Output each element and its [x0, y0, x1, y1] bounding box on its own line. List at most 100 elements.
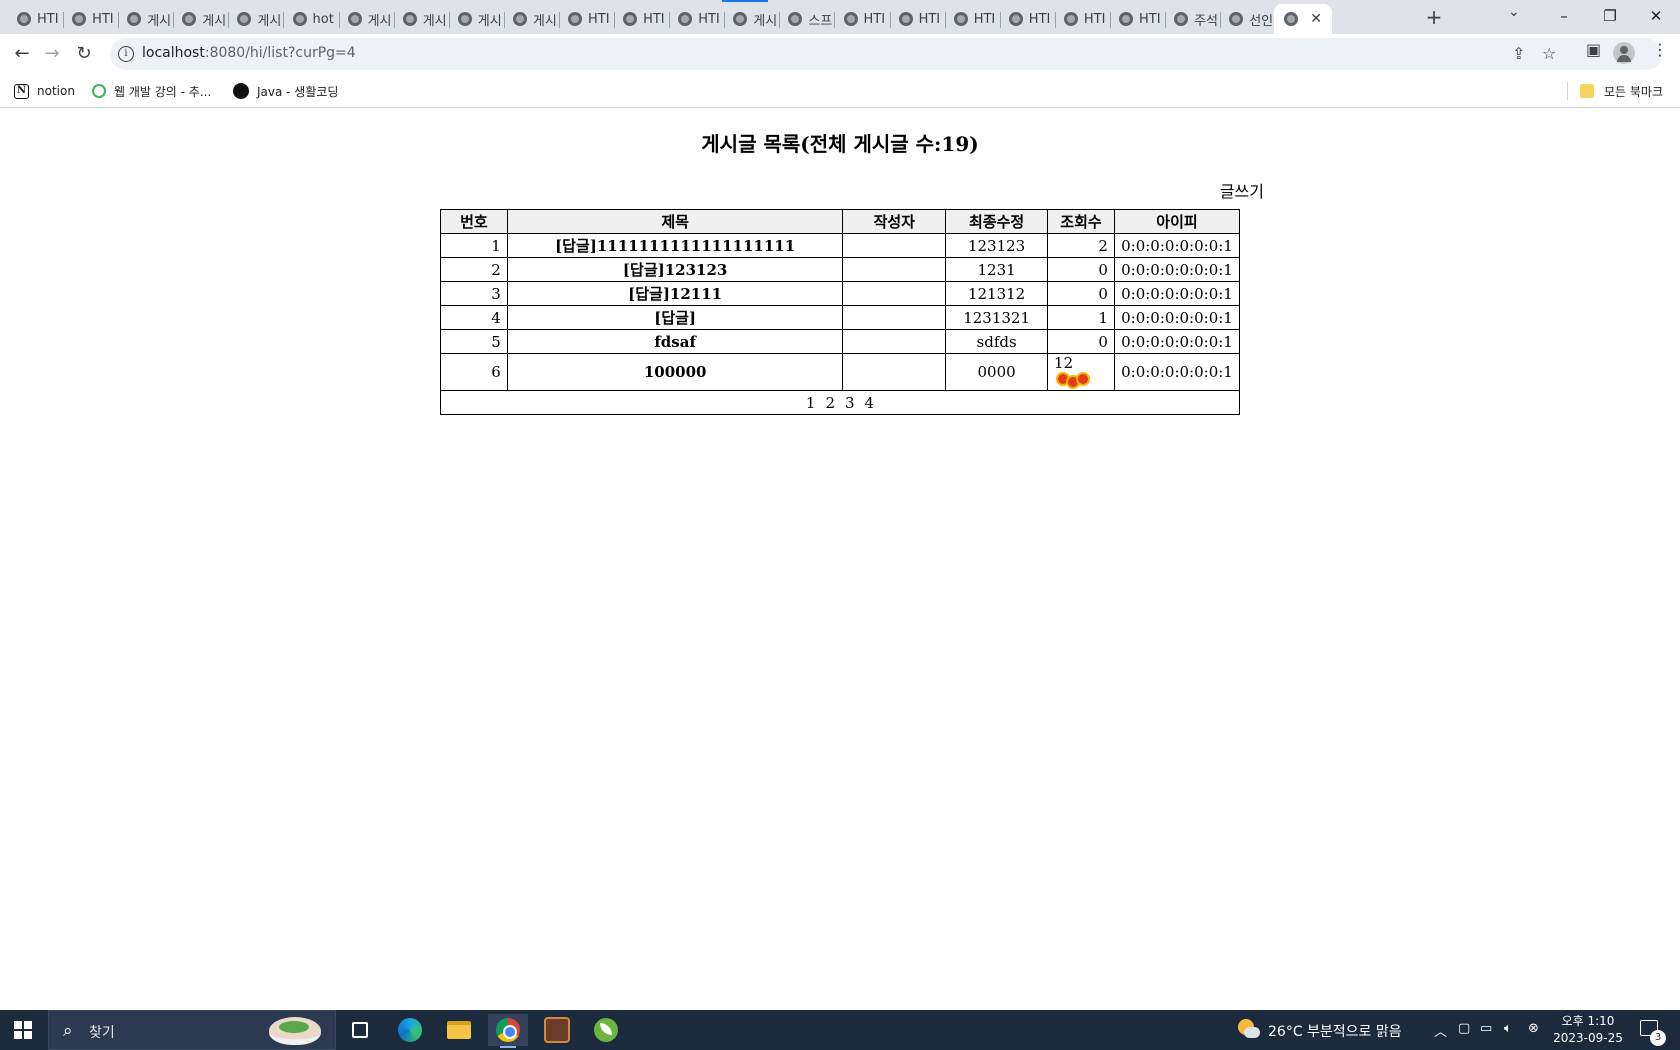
restore-icon[interactable]: ❐ [1590, 3, 1630, 29]
browser-tab[interactable]: HTI [1054, 4, 1111, 34]
game-app-icon[interactable] [537, 1014, 577, 1046]
tab-label: 주석 [1194, 13, 1219, 29]
minimize-icon[interactable]: – [1544, 3, 1584, 29]
pagination-row: 1234 [440, 390, 1240, 415]
browser-tab[interactable]: HTI [558, 4, 615, 34]
tab-label: hot [312, 11, 334, 27]
side-panel-icon[interactable]: ▣ [1586, 40, 1601, 59]
share-icon[interactable]: ⇪ [1512, 44, 1525, 63]
write-post-link[interactable]: 글쓰기 [1210, 178, 1264, 202]
address-bar[interactable]: i localhost:8080/hi/list?curPg=4 ⇪ ☆ [110, 38, 1662, 70]
browser-tab[interactable]: HTI [999, 4, 1056, 34]
tab-search-chevron-icon[interactable]: ⌄ [1508, 4, 1520, 20]
globe-icon [127, 12, 142, 26]
bookmark-notion[interactable]: N notion [14, 82, 75, 100]
tab-label: HTI [1139, 11, 1161, 27]
browser-tab[interactable]: HTI [889, 4, 946, 34]
globe-icon [1063, 12, 1078, 26]
page-link-1[interactable]: 1 [806, 394, 816, 412]
all-bookmarks[interactable]: 모든 북마크 [1580, 82, 1663, 100]
site-info-icon[interactable]: i [118, 46, 134, 62]
browser-tab[interactable]: HTI [834, 4, 891, 34]
new-tab-button[interactable]: + [1422, 5, 1446, 29]
browser-tab[interactable]: 게시 [172, 4, 230, 34]
column-header-number: 번호 [440, 209, 508, 234]
cell-title-link[interactable]: [답글]123123 [506, 257, 844, 282]
page-link-3[interactable]: 3 [845, 394, 855, 412]
browser-tab[interactable]: 게시 [503, 4, 560, 34]
meet-now-icon[interactable]: ▢ [1458, 1021, 1470, 1036]
task-view-icon[interactable] [340, 1014, 380, 1046]
tab-label: 스프 [808, 13, 833, 29]
browser-tab[interactable]: 게시 [338, 4, 395, 34]
browser-tab[interactable]: 스프 [778, 4, 836, 34]
bookmark-java[interactable]: Java - 생활코딩 [233, 82, 338, 100]
cell-modified: sdfds [945, 329, 1049, 354]
browser-tab[interactable]: 주석 [1164, 4, 1222, 34]
page-content: 게시글 목록(전체 게시글 수:19) 글쓰기 번호 제목 작성자 최종수정 조… [0, 108, 1680, 1010]
windows-start-icon[interactable] [14, 1021, 32, 1039]
cell-title-link[interactable]: fdsaf [506, 329, 844, 354]
cell-modified: 1231321 [945, 305, 1049, 330]
close-window-icon[interactable]: ✕ [1636, 3, 1676, 29]
tab-active[interactable]: ✕ [1274, 4, 1333, 34]
browser-tab[interactable]: 선인 [1219, 4, 1277, 34]
menu-kebab-icon[interactable]: ⋮ [1652, 40, 1668, 59]
volume-icon[interactable]: 🔈︎ [1504, 1021, 1512, 1036]
bookmark-web-course[interactable]: 웹 개발 강의 - 추... [92, 82, 211, 100]
globe-icon [953, 12, 968, 26]
tab-label: HTI [918, 11, 941, 27]
cell-number: 3 [440, 281, 508, 306]
tab-label: HTI [588, 11, 610, 27]
system-clock[interactable]: 오후 1:10 2023-09-25 [1548, 1013, 1628, 1047]
weather-text[interactable]: 26°C 부분적으로 맑음 [1268, 1021, 1402, 1041]
browser-tab[interactable]: 게시 [723, 4, 781, 34]
bookmark-star-icon[interactable]: ☆ [1542, 44, 1556, 63]
column-header-ip: 아이피 [1113, 209, 1241, 234]
chrome-browser-icon[interactable] [488, 1014, 528, 1048]
cell-hits: 0 [1047, 329, 1115, 354]
profile-avatar-icon[interactable] [1613, 42, 1635, 64]
tab-label: HTI [37, 11, 59, 27]
globe-icon [457, 12, 472, 26]
url-text[interactable]: localhost:8080/hi/list?curPg=4 [142, 45, 356, 61]
taskbar-search-box[interactable]: ⌕ 찾기 [48, 1010, 336, 1050]
forward-arrow-icon[interactable]: → [40, 42, 64, 66]
back-arrow-icon[interactable]: ← [10, 42, 34, 66]
browser-tab[interactable]: HTI [1109, 4, 1166, 34]
mute-indicator-icon[interactable]: ⊗ [1528, 1021, 1539, 1036]
browser-tab[interactable]: HTI [668, 4, 726, 34]
browser-tab[interactable]: hot [283, 4, 340, 34]
browser-tab[interactable]: HTI [62, 4, 120, 34]
page-link-2[interactable]: 2 [825, 394, 835, 412]
globe-icon [1119, 12, 1133, 26]
page-link-4[interactable]: 4 [865, 394, 875, 412]
tab-label: HTI [1083, 11, 1106, 27]
browser-tab[interactable]: HTI [944, 4, 1001, 34]
spring-tool-icon[interactable] [586, 1014, 626, 1046]
browser-tab[interactable]: 게시 [117, 4, 175, 34]
cell-title-link[interactable]: [답글]1111111111111111111 [506, 233, 844, 258]
browser-tab[interactable]: 게시 [227, 4, 285, 34]
network-icon[interactable]: ▭ [1480, 1021, 1492, 1036]
hot-badge-icon [1056, 372, 1091, 389]
browser-tab[interactable]: HTI [613, 4, 671, 34]
tab-label: 게시 [753, 13, 778, 29]
browser-tab[interactable]: 게시 [393, 4, 450, 34]
reload-icon[interactable]: ↻ [72, 42, 96, 66]
browser-tab[interactable]: 게시 [448, 4, 505, 34]
tray-chevron-icon[interactable]: ︿ [1434, 1021, 1447, 1040]
file-explorer-icon[interactable] [439, 1014, 479, 1046]
close-tab-icon[interactable]: ✕ [1310, 11, 1322, 27]
cell-title-link[interactable]: [답글]12111 [506, 281, 844, 306]
table-row: 5 fdsaf sdfds 0 0:0:0:0:0:0:0:1 [440, 329, 1241, 354]
cell-title-link[interactable]: [답글] [506, 305, 844, 330]
edge-browser-icon[interactable] [390, 1014, 430, 1046]
column-header-hits: 조회수 [1047, 209, 1115, 234]
globe-icon [733, 12, 748, 26]
cell-title-link[interactable]: 100000 [506, 353, 844, 391]
tab-label: 게시 [147, 13, 172, 29]
browser-tab[interactable]: HTI [7, 4, 64, 34]
table-row: 1 [답글]1111111111111111111 123123 2 0:0:0:0:0… [440, 233, 1241, 258]
weather-icon[interactable] [1238, 1019, 1260, 1041]
